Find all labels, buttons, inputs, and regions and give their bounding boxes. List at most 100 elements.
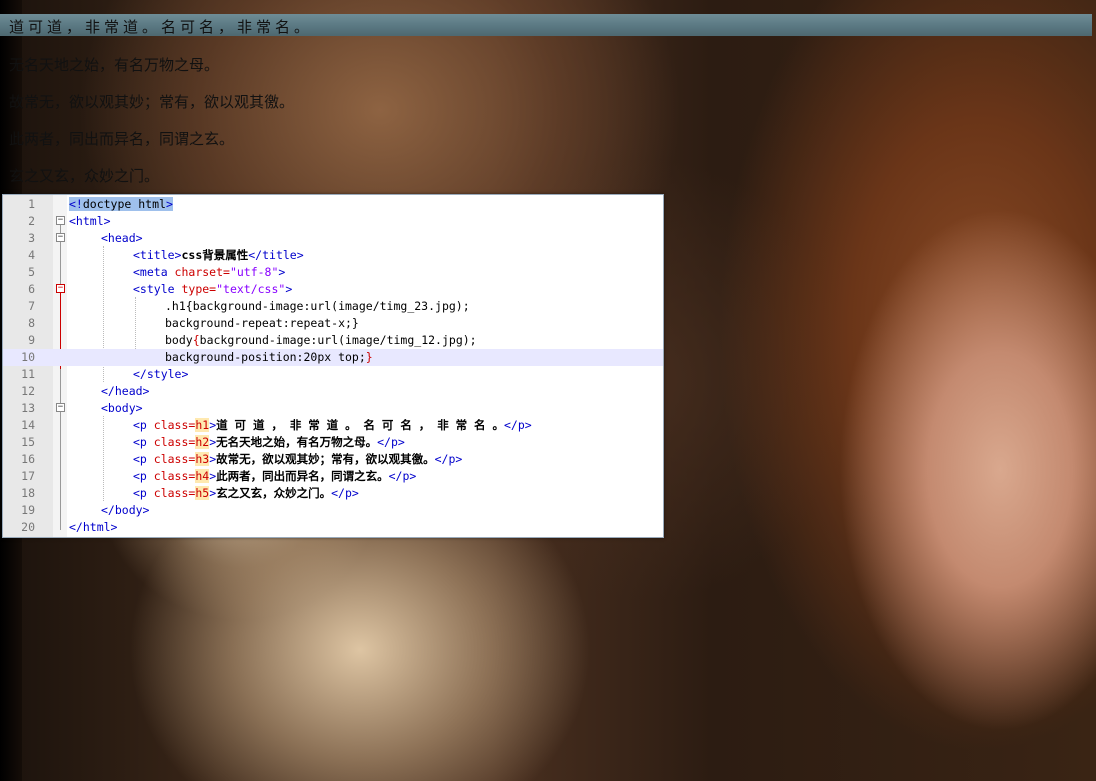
code-token: <head> (101, 231, 143, 245)
line-number: 10 (21, 350, 35, 364)
paragraph-h2: 无名天地之始，有名万物之母。 (9, 56, 220, 74)
code-line-8: 8 background-repeat:repeat-x;} (3, 315, 663, 332)
code-token: </p> (388, 469, 417, 483)
line-number: 9 (28, 333, 35, 347)
code-token: class= (153, 486, 196, 500)
code-token: body (165, 333, 193, 347)
line-number: 11 (21, 367, 35, 381)
fold-toggle-icon[interactable]: − (56, 216, 65, 225)
fold-toggle-icon[interactable]: − (56, 403, 65, 412)
code-token: <title> (133, 248, 182, 262)
code-line-18: 18 <p class=h5>玄之又玄，众妙之门。</p> (3, 485, 663, 502)
code-token: <meta (133, 265, 175, 279)
line-number: 20 (21, 520, 35, 534)
code-token: h2 (195, 435, 210, 449)
line-number: 14 (21, 418, 35, 432)
code-token: background-image:url(image/timg_12.jpg); (199, 333, 477, 347)
code-token: </p> (377, 435, 405, 449)
code-token: > (285, 282, 293, 296)
code-line-9: 9 body{background-image:url(image/timg_1… (3, 332, 663, 349)
code-token: <style (133, 282, 182, 296)
code-line-6: 6 − <style type="text/css"> (3, 281, 663, 298)
code-token: </p> (331, 486, 359, 500)
code-token: </html> (69, 520, 118, 534)
line-number: 5 (28, 265, 35, 279)
code-token: h1 (195, 418, 210, 432)
line-number: 4 (28, 248, 35, 262)
code-token: <html> (69, 214, 111, 228)
code-line-13: 13 − <body> (3, 400, 663, 417)
fold-toggle-icon[interactable]: − (56, 284, 65, 293)
code-token: type= (181, 282, 217, 296)
code-line-12: 12 </head> (3, 383, 663, 400)
code-token: h3 (195, 452, 210, 466)
line-number: 17 (21, 469, 35, 483)
line-number: 12 (21, 384, 35, 398)
code-token: 玄之又玄，众妙之门。 (216, 486, 332, 500)
code-line-11: 11 </style> (3, 366, 663, 383)
code-token: 此两者，同出而异名，同谓之玄。 (216, 469, 389, 483)
code-token: "text/css" (216, 282, 286, 296)
code-token: <p (133, 435, 154, 449)
line-number: 3 (28, 231, 35, 245)
code-token: </title> (248, 248, 304, 262)
line-number: 1 (28, 197, 35, 211)
code-token: <p (133, 452, 154, 466)
code-line-10: 10 background-position:20px top;} (3, 349, 663, 366)
code-token: h5 (195, 486, 210, 500)
code-token: 道 可 道 ， 非 常 道 。 名 可 名 ， 非 常 名 。 (216, 418, 504, 432)
code-token: > (165, 197, 173, 211)
code-token: <p (133, 469, 154, 483)
line-number: 19 (21, 503, 35, 517)
code-line-5: 5 <meta charset="utf-8"> (3, 264, 663, 281)
code-line-3: 3 − <head> (3, 230, 663, 247)
code-token: background-repeat:repeat-x;} (165, 316, 359, 330)
code-line-4: 4 <title>css背景属性</title> (3, 247, 663, 264)
code-line-17: 17 <p class=h4>此两者，同出而异名，同谓之玄。</p> (3, 468, 663, 485)
code-line-16: 16 <p class=h3>故常无，欲以观其妙；常有，欲以观其徼。</p> (3, 451, 663, 468)
code-line-7: 7 .h1{background-image:url(image/timg_23… (3, 298, 663, 315)
code-token: class= (153, 469, 196, 483)
paragraph-h1: 道可道，非常道。名可名，非常名。 (9, 18, 314, 36)
code-token: } (365, 350, 373, 364)
code-token: <p (133, 418, 154, 432)
code-token: 故常无，欲以观其妙；常有，欲以观其徼。 (216, 452, 435, 466)
code-token: <! (69, 197, 83, 211)
code-token: <p (133, 486, 154, 500)
code-token: h4 (195, 469, 210, 483)
line-number: 7 (28, 299, 35, 313)
line-number: 2 (28, 214, 35, 228)
code-token: background-position:20px top; (165, 350, 366, 364)
code-token: class= (153, 452, 196, 466)
code-line-1: 1 <!doctype html> (3, 196, 663, 213)
code-line-19: 19 </body> (3, 502, 663, 519)
code-token: class= (153, 435, 196, 449)
code-token: 无名天地之始，有名万物之母。 (216, 435, 378, 449)
code-token: "utf-8" (229, 265, 279, 279)
code-editor-screenshot: 1 <!doctype html> 2 − <html> 3 − <head> … (2, 194, 664, 538)
paragraph-h5: 玄之又玄，众妙之门。 (9, 167, 160, 185)
code-line-2: 2 − <html> (3, 213, 663, 230)
code-token: </head> (101, 384, 150, 398)
code-token: class= (153, 418, 196, 432)
code-token: </body> (101, 503, 150, 517)
code-line-15: 15 <p class=h2>无名天地之始，有名万物之母。</p> (3, 434, 663, 451)
code-token: css背景属性 (181, 248, 249, 262)
code-token: <body> (101, 401, 143, 415)
code-token: </p> (503, 418, 532, 432)
code-line-14: 14 <p class=h1>道 可 道 ， 非 常 道 。 名 可 名 ， 非… (3, 417, 663, 434)
paragraph-h3: 故常无，欲以观其妙；常有，欲以观其徼。 (9, 93, 295, 111)
code-token: .h1{background-image:url(image/timg_23.j… (165, 299, 470, 313)
line-number: 18 (21, 486, 35, 500)
fold-toggle-icon[interactable]: − (56, 233, 65, 242)
line-number: 15 (21, 435, 35, 449)
line-number: 6 (28, 282, 35, 296)
code-line-20: 20 </html> (3, 519, 663, 536)
code-token: doctype html (82, 197, 166, 211)
code-token: charset= (174, 265, 230, 279)
code-token: > (278, 265, 286, 279)
line-number: 13 (21, 401, 35, 415)
paragraph-h4: 此两者，同出而异名，同谓之玄。 (9, 130, 235, 148)
code-token: { (192, 333, 200, 347)
line-number: 8 (28, 316, 35, 330)
